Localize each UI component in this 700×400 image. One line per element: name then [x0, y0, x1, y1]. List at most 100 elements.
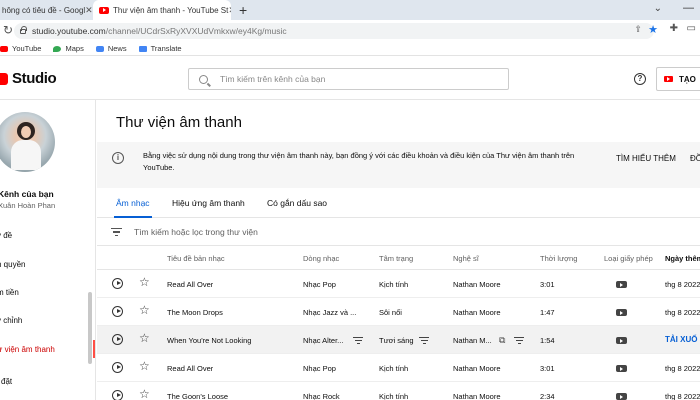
browser-tab-google[interactable]: hông có tiêu đề - Googl ✕ [0, 0, 92, 20]
sidebar-item-subtitles[interactable]: y đề [0, 226, 93, 244]
filter-mood-icon[interactable] [419, 337, 429, 346]
search-input[interactable]: Tìm kiếm trên kênh của bạn [220, 74, 325, 84]
bookmark-youtube[interactable]: YouTube [0, 44, 41, 53]
maps-icon [53, 45, 62, 52]
tab-music[interactable]: Âm nhạc [114, 198, 152, 218]
play-icon[interactable] [112, 334, 123, 345]
track-artist: Nathan Moore [453, 364, 501, 373]
studio-logo[interactable]: Studio [0, 70, 57, 87]
address-bar[interactable]: studio.youtube.com/channel/UCdrSxRyXVXUd… [14, 23, 654, 39]
filter-input[interactable]: Tìm kiếm hoặc lọc trong thư viện [134, 227, 258, 237]
column-duration[interactable]: Thời lượng [540, 254, 577, 263]
column-genre[interactable]: Dòng nhạc [303, 254, 339, 263]
download-button[interactable]: TẢI XUỐ [665, 335, 697, 344]
page-title: Thư viện âm thanh [116, 114, 242, 131]
track-duration: 3:01 [540, 280, 555, 289]
table-row[interactable]: ☆ Read All Over Nhạc Pop Kịch tính Natha… [97, 270, 700, 298]
filter-icon[interactable] [111, 228, 122, 238]
column-artist[interactable]: Nghệ sĩ [453, 254, 479, 263]
main-content: Thư viện âm thanh i Bằng việc sử dụng nộ… [97, 100, 700, 400]
sidebar-item-customization[interactable]: y chỉnh [0, 311, 93, 329]
youtube-icon [0, 45, 8, 52]
column-license[interactable]: Loại giấy phép [604, 254, 653, 263]
track-artist: Nathan M... [453, 336, 492, 345]
track-date: thg 8 2022 [665, 392, 700, 400]
column-title[interactable]: Tiêu đề bản nhạc [167, 254, 225, 263]
star-icon[interactable]: ☆ [139, 332, 150, 344]
table-row[interactable]: ☆ The Moon Drops Nhạc Jazz và ... Sôi nổ… [97, 298, 700, 326]
play-icon[interactable] [112, 278, 123, 289]
play-icon[interactable] [112, 362, 123, 373]
filter-artist-icon[interactable] [514, 337, 524, 346]
bookmark-news[interactable]: News [95, 44, 127, 53]
sidebar-scrollbar[interactable] [88, 292, 92, 364]
youtube-license-icon [616, 393, 627, 400]
track-genre: Nhạc Pop [303, 364, 336, 373]
bookmarks-bar: YouTube Maps News Translate [0, 42, 700, 56]
sidebar-item-earn[interactable]: m tiền [0, 283, 93, 301]
share-icon[interactable]: ⇪ [634, 24, 642, 35]
track-date: thg 8 2022 [665, 308, 700, 317]
chevron-down-icon[interactable]: ⌄ [654, 3, 662, 14]
bookmark-maps[interactable]: Maps [53, 44, 84, 53]
sidebar-item-audio-library[interactable]: ư viện âm thanh [0, 340, 95, 358]
track-title: When You're Not Looking [167, 336, 252, 345]
lock-icon [20, 25, 27, 34]
close-icon[interactable]: ✕ [85, 5, 92, 16]
table-row[interactable]: ☆ The Goon's Loose Nhạc Rock Kịch tính N… [97, 382, 700, 400]
close-icon[interactable]: ✕ [228, 5, 231, 16]
minimize-icon[interactable]: — [683, 2, 694, 14]
bookmark-translate[interactable]: Translate [138, 44, 182, 53]
track-title: Read All Over [167, 280, 214, 289]
star-icon[interactable]: ☆ [139, 276, 150, 288]
side-panel-icon[interactable]: ▭ [687, 23, 696, 34]
track-genre: Nhạc Pop [303, 280, 336, 289]
learn-more-link[interactable]: TÌM HIỂU THÊM [616, 154, 676, 163]
table-row[interactable]: ☆ When You're Not Looking Nhạc Alter... … [97, 326, 700, 354]
reload-icon[interactable]: ↻ [3, 23, 13, 37]
channel-avatar[interactable] [0, 112, 55, 172]
track-title: The Moon Drops [167, 308, 223, 317]
track-artist: Nathan Moore [453, 392, 501, 400]
tab-sound-effects[interactable]: Hiệu ứng âm thanh [172, 198, 245, 208]
browser-tab-strip: hông có tiêu đề - Googl ✕ Thư viện âm th… [0, 0, 700, 20]
agree-button[interactable]: ĐỒ [690, 154, 700, 163]
youtube-license-icon [616, 337, 627, 344]
create-button[interactable]: TẠO [656, 67, 700, 91]
channel-title: Kênh của bạn [0, 189, 54, 199]
external-link-icon[interactable]: ⧉ [499, 335, 505, 346]
sidebar-item-copyright[interactable]: n quyền [0, 255, 93, 273]
track-duration: 1:47 [540, 308, 555, 317]
star-icon[interactable]: ☆ [139, 304, 150, 316]
terms-notice: i Bằng việc sử dụng nội dung trong thư v… [97, 142, 700, 188]
left-sidebar: Kênh của bạn Xuân Hoàn Phan y đề n quyền… [0, 100, 96, 400]
studio-header: Studio Tìm kiếm trên kênh của bạn ? TẠO [0, 56, 700, 100]
column-date[interactable]: Ngày thêm [665, 254, 700, 263]
tab-title: hông có tiêu đề - Googl [2, 5, 86, 15]
new-tab-icon[interactable]: + [239, 2, 247, 18]
youtube-favicon-icon [99, 6, 109, 14]
translate-icon [138, 45, 147, 52]
track-mood: Kịch tính [379, 392, 409, 400]
track-duration: 2:34 [540, 392, 555, 400]
table-row[interactable]: ☆ Read All Over Nhạc Pop Kịch tính Natha… [97, 354, 700, 382]
filter-bar[interactable]: Tìm kiếm hoặc lọc trong thư viện [97, 218, 700, 246]
column-mood[interactable]: Tâm trạng [379, 254, 413, 263]
browser-tab-studio[interactable]: Thư viện âm thanh - YouTube St ✕ [93, 0, 231, 20]
star-icon[interactable]: ☆ [139, 360, 150, 372]
star-icon[interactable]: ☆ [139, 388, 150, 400]
help-icon[interactable]: ? [634, 73, 646, 85]
youtube-license-icon [616, 309, 627, 316]
filter-genre-icon[interactable] [353, 337, 363, 346]
play-icon[interactable] [112, 306, 123, 317]
track-genre: Nhạc Jazz và ... [303, 308, 357, 317]
browser-toolbar: ↻ studio.youtube.com/channel/UCdrSxRyXVX… [0, 20, 700, 42]
channel-search[interactable]: Tìm kiếm trên kênh của bạn [188, 68, 509, 90]
track-artist: Nathan Moore [453, 308, 501, 317]
bookmark-star-icon[interactable]: ★ [648, 23, 658, 36]
tab-starred[interactable]: Có gắn dấu sao [267, 198, 327, 208]
extensions-icon[interactable]: ✚ [670, 23, 678, 34]
sidebar-item-settings[interactable]: i đặt [0, 372, 93, 390]
tab-title: Thư viện âm thanh - YouTube St [113, 5, 229, 15]
play-icon[interactable] [112, 390, 123, 400]
